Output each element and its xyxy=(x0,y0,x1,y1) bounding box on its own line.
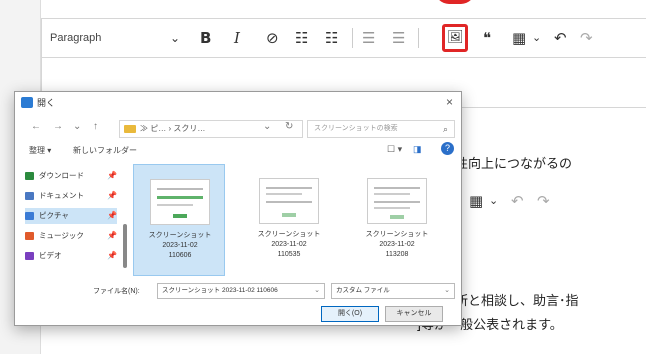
numbered-list-icon[interactable]: ☷ xyxy=(325,27,338,49)
navigation-pane: ダウンロード 📌 ドキュメント 📌 ピクチャ 📌 ミュージック 📌 ビデオ 📌 xyxy=(19,164,127,280)
video-icon xyxy=(25,252,34,260)
document-icon xyxy=(25,192,34,200)
refresh-icon[interactable]: ↻ xyxy=(285,121,293,132)
undo-icon[interactable]: ↶ xyxy=(511,190,524,212)
insert-table-icon[interactable]: ▦ xyxy=(469,190,483,212)
filename-value: スクリーンショット 2023-11-02 110606 xyxy=(162,287,278,294)
chevron-down-icon[interactable]: ⌄ xyxy=(314,284,320,298)
file-type-value: カスタム ファイル xyxy=(336,287,390,294)
chevron-down-icon[interactable]: ⌄ xyxy=(263,121,271,132)
file-name: スクリーンショット 2023-11-02 110535 xyxy=(257,231,321,258)
download-icon xyxy=(25,172,34,180)
address-path: ≫ ピ… › スクリ… xyxy=(140,124,206,133)
folder-icon xyxy=(124,125,136,133)
filename-label: ファイル名(N): xyxy=(93,288,140,295)
new-folder-button[interactable]: 新しいフォルダー xyxy=(73,145,137,156)
dialog-buttons: 開く(O) キャンセル xyxy=(15,304,461,324)
undo-icon[interactable]: ↶ xyxy=(554,27,567,49)
chevron-down-icon: ⌄ xyxy=(444,287,450,294)
italic-button[interactable]: I xyxy=(234,27,240,49)
file-item[interactable]: スクリーンショット 2023-11-02 110606 xyxy=(133,164,225,276)
sidebar-item-label: ダウンロード xyxy=(39,171,84,180)
indent-icon[interactable]: ☰ xyxy=(392,27,405,49)
image-thumbnail xyxy=(259,178,319,224)
image-thumbnail xyxy=(150,179,210,225)
view-options-icon[interactable]: ☐ ▾ xyxy=(387,144,402,155)
open-button[interactable]: 開く(O) xyxy=(321,306,379,322)
sidebar-item-label: ピクチャ xyxy=(39,211,69,220)
pin-icon: 📌 xyxy=(107,251,117,260)
file-item[interactable]: スクリーンショット 2023-11-02 113208 xyxy=(351,164,443,276)
open-file-dialog: 開く × ← → ⌄ ↑ ≫ ピ… › スクリ… ⌄ ↻ スクリーンショットの検… xyxy=(14,91,462,326)
file-name: スクリーンショット 2023-11-02 110606 xyxy=(148,232,212,259)
back-arrow-icon[interactable]: ← xyxy=(31,121,41,132)
chevron-down-icon[interactable]: ⌄ xyxy=(170,27,180,49)
link-icon[interactable]: ⊘ xyxy=(266,27,279,49)
dialog-title-bar: 開く × xyxy=(15,92,461,114)
chevron-down-icon[interactable]: ⌄ xyxy=(532,27,541,49)
file-type-select[interactable]: カスタム ファイル ⌄ xyxy=(331,283,455,299)
search-placeholder: スクリーンショットの検索 xyxy=(314,125,398,132)
forward-arrow-icon[interactable]: → xyxy=(53,121,63,132)
block-quote-icon[interactable]: ❝ xyxy=(483,27,491,49)
redo-icon[interactable]: ↷ xyxy=(580,27,593,49)
music-icon xyxy=(25,232,34,240)
sidebar-item-pictures[interactable]: ピクチャ 📌 xyxy=(25,208,117,224)
search-icon: ⌕ xyxy=(442,124,448,134)
pin-icon: 📌 xyxy=(107,191,117,200)
bulleted-list-icon[interactable]: ☷ xyxy=(295,27,308,49)
bold-button[interactable]: B xyxy=(200,27,211,49)
sidebar-item-label: ミュージック xyxy=(39,231,84,240)
pin-icon: 📌 xyxy=(107,231,117,240)
editor-toolbar: Paragraph ⌄ B I ⊘ ☷ ☷ ☰ ☰ 🖼 ❝ ▦ ⌄ ↶ ↷ xyxy=(41,18,646,58)
sidebar-item-label: ビデオ xyxy=(39,251,62,260)
redo-icon[interactable]: ↷ xyxy=(537,190,550,212)
file-item[interactable]: スクリーンショット 2023-11-02 110535 xyxy=(243,164,335,276)
image-thumbnail xyxy=(367,178,427,224)
recent-locations-icon[interactable]: ⌄ xyxy=(73,121,81,132)
search-input[interactable]: スクリーンショットの検索 ⌕ xyxy=(307,120,455,138)
close-button[interactable]: × xyxy=(446,95,453,109)
address-bar[interactable]: ≫ ピ… › スクリ… xyxy=(119,120,303,138)
insert-table-icon[interactable]: ▦ xyxy=(512,27,526,49)
dialog-app-icon xyxy=(21,97,33,108)
sidebar-item-videos[interactable]: ビデオ 📌 xyxy=(25,248,117,264)
sidebar-scrollbar[interactable] xyxy=(123,224,127,268)
up-arrow-icon[interactable]: ↑ xyxy=(93,121,98,132)
toolbar-separator xyxy=(418,28,419,48)
paragraph-format-select[interactable]: Paragraph xyxy=(50,27,101,49)
outdent-icon[interactable]: ☰ xyxy=(362,27,375,49)
pin-icon: 📌 xyxy=(107,171,117,180)
file-list: スクリーンショット 2023-11-02 110606 スクリーンショット 20… xyxy=(133,164,459,282)
navigation-bar: ← → ⌄ ↑ ≫ ピ… › スクリ… ⌄ ↻ スクリーンショットの検索 ⌕ xyxy=(15,118,461,140)
cancel-button[interactable]: キャンセル xyxy=(385,306,443,322)
filename-input[interactable]: スクリーンショット 2023-11-02 110606 ⌄ xyxy=(157,283,325,299)
command-bar: 整理 ▾ 新しいフォルダー ☐ ▾ ◨ ? xyxy=(15,142,461,160)
preview-pane-icon[interactable]: ◨ xyxy=(413,144,422,155)
help-icon[interactable]: ? xyxy=(441,142,454,155)
chevron-down-icon[interactable]: ⌄ xyxy=(489,190,498,212)
pictures-icon xyxy=(25,212,34,220)
image-button-highlight xyxy=(442,24,468,52)
dialog-title: 開く xyxy=(37,98,56,108)
annotation-arc xyxy=(435,0,475,4)
sidebar-item-music[interactable]: ミュージック 📌 xyxy=(25,228,117,244)
sidebar-item-documents[interactable]: ドキュメント 📌 xyxy=(25,188,117,204)
filename-bar: ファイル名(N): スクリーンショット 2023-11-02 110606 ⌄ … xyxy=(15,282,461,300)
sidebar-item-label: ドキュメント xyxy=(39,191,84,200)
file-name: スクリーンショット 2023-11-02 113208 xyxy=(365,231,429,258)
pin-icon: 📌 xyxy=(107,211,117,220)
toolbar-separator xyxy=(352,28,353,48)
sidebar-item-downloads[interactable]: ダウンロード 📌 xyxy=(25,168,117,184)
organize-button[interactable]: 整理 ▾ xyxy=(29,145,51,156)
